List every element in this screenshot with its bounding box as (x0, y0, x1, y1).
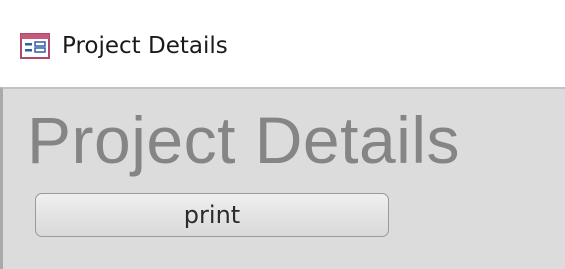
form-heading: Project Details (27, 103, 460, 177)
form-icon (20, 33, 50, 59)
form-window: Project Details Project Details print (0, 0, 565, 269)
window-title: Project Details (62, 33, 228, 59)
title-bar[interactable]: Project Details (0, 0, 565, 87)
form-body: Project Details print (0, 87, 565, 269)
print-button[interactable]: print (35, 193, 389, 237)
